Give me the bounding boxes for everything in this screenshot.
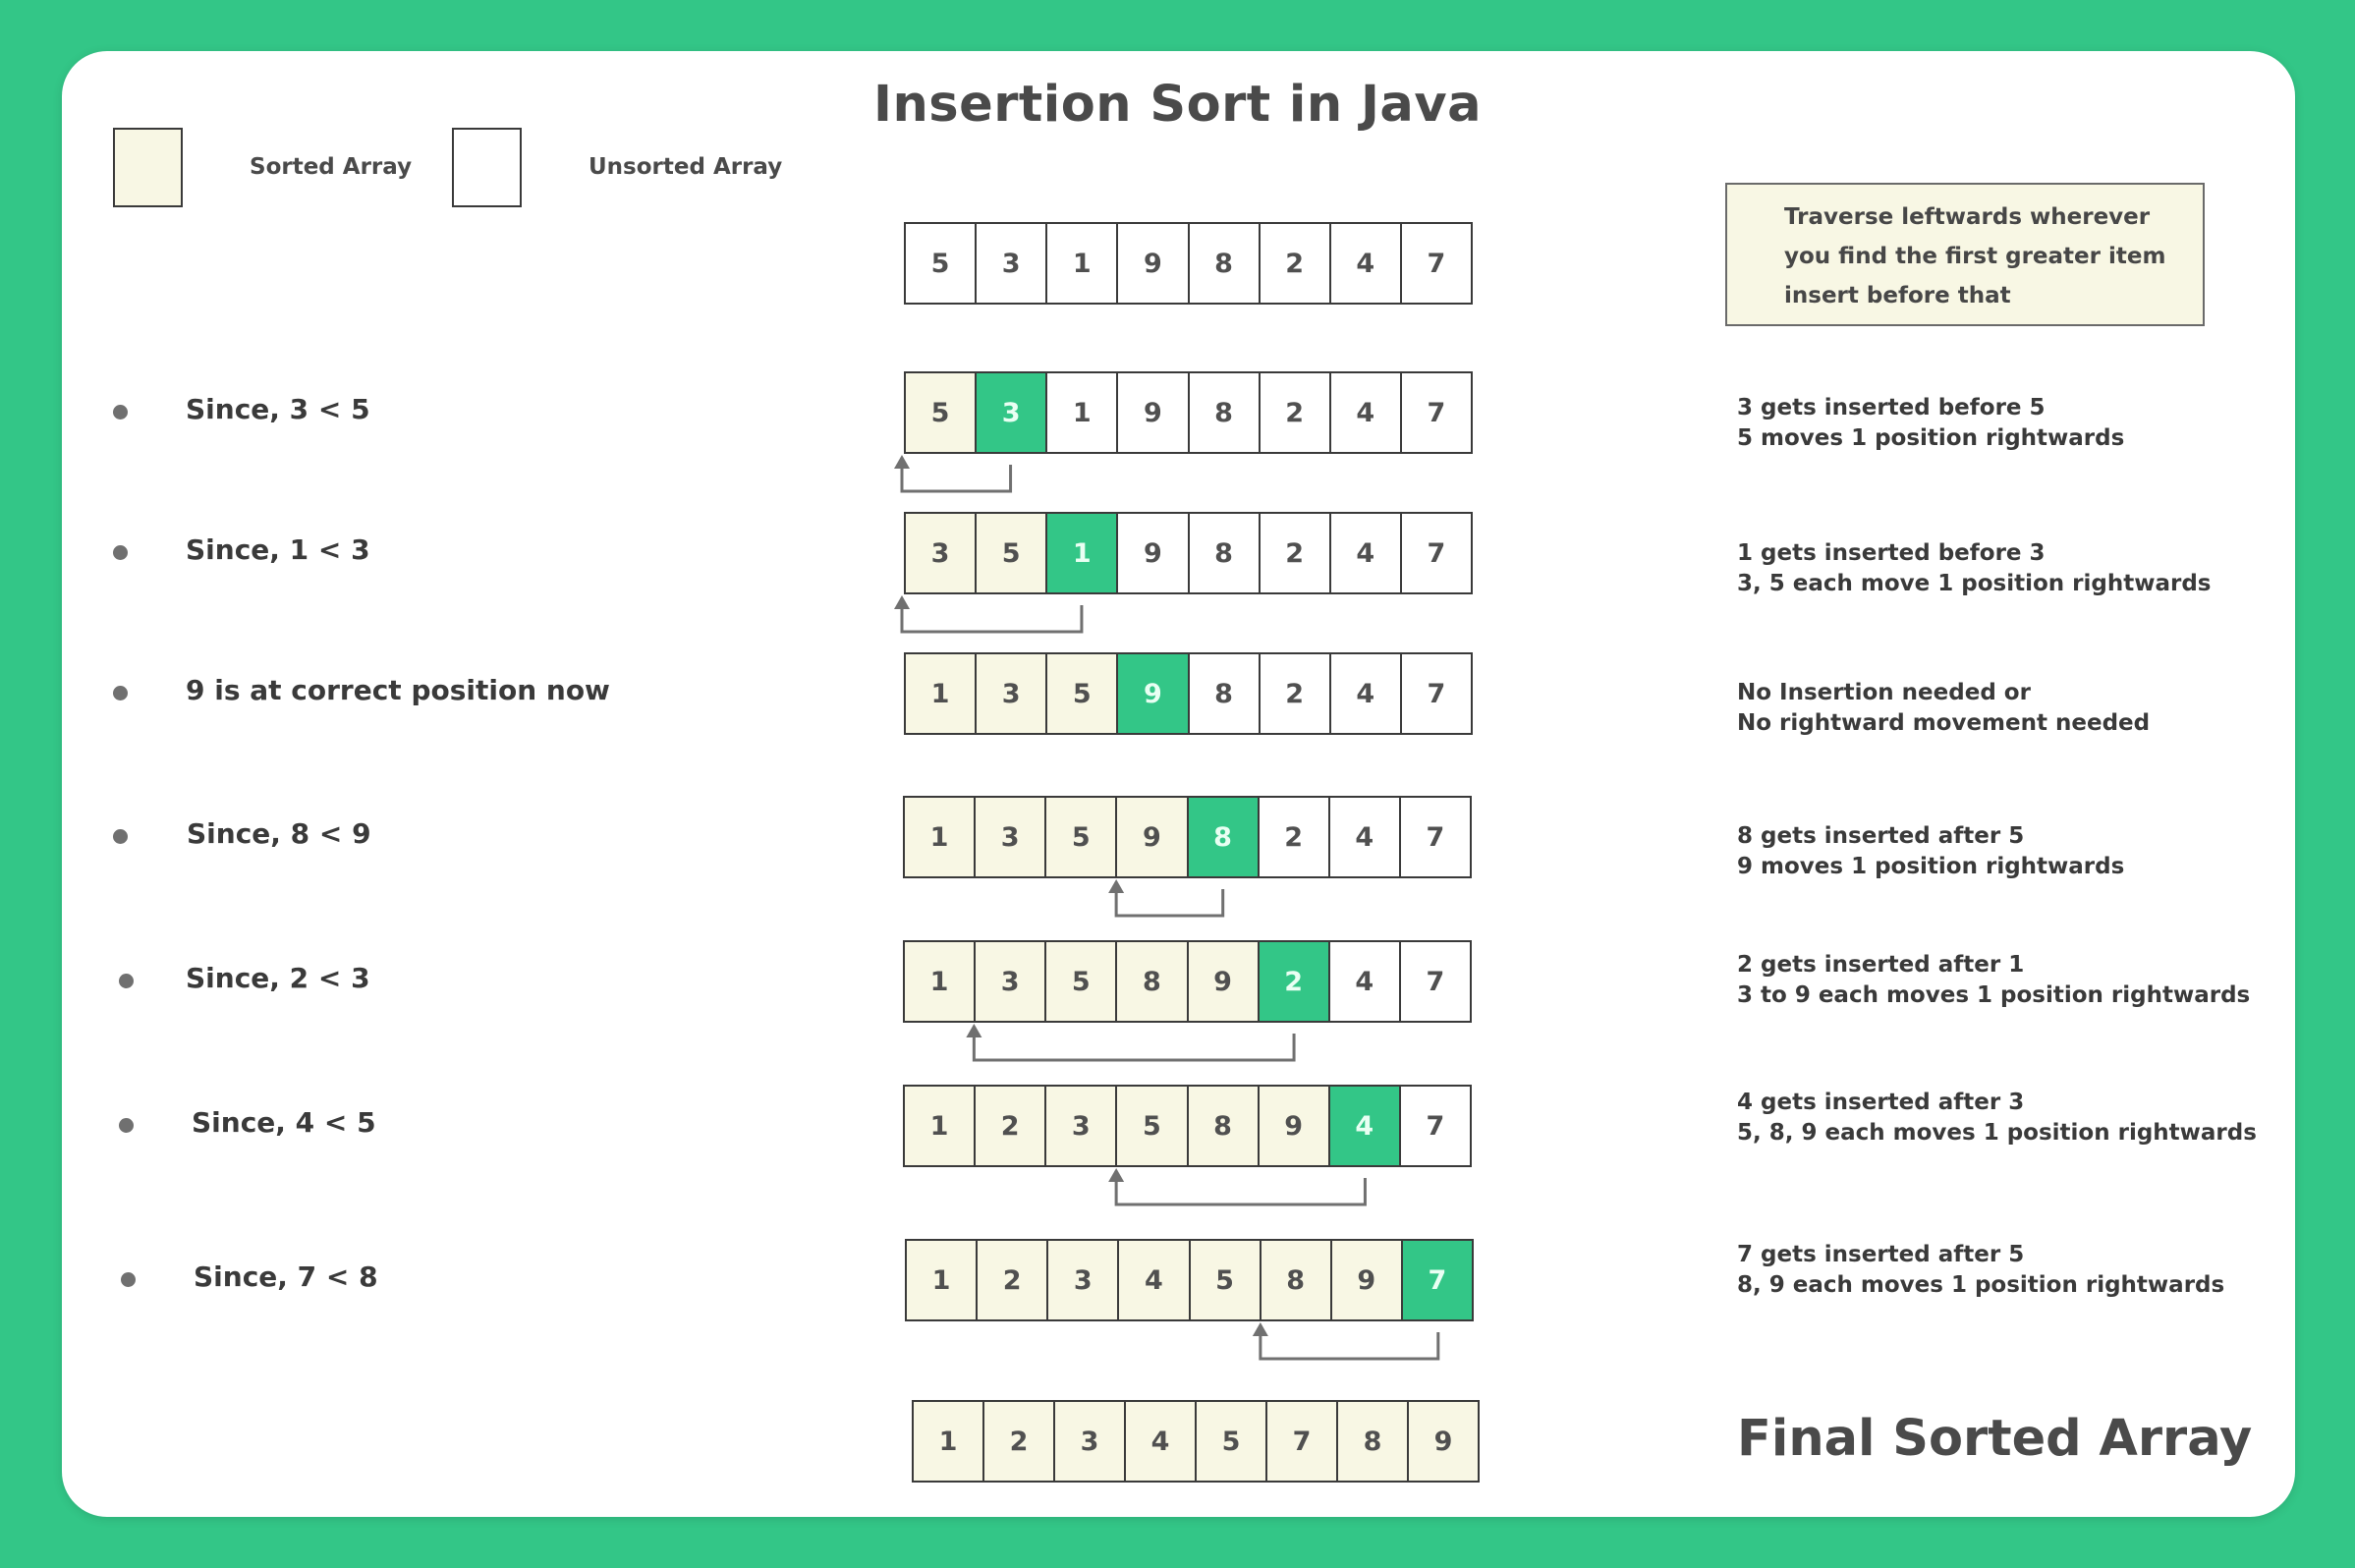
array-cell: 7: [1267, 1402, 1338, 1481]
array-cell: 8: [1338, 1402, 1409, 1481]
array-cell: 4: [1126, 1402, 1197, 1481]
insertion-arrow: [900, 603, 1084, 634]
insertion-arrow: [972, 1032, 1296, 1062]
arrows-layer: [894, 455, 1440, 1361]
insertion-arrow: [1114, 1176, 1367, 1206]
arrow-head-icon: [1252, 1322, 1268, 1336]
arrow-head-icon: [894, 455, 910, 469]
arrow-head-icon: [1108, 1168, 1125, 1182]
array-cell: 5: [1197, 1402, 1267, 1481]
arrow-head-icon: [894, 595, 910, 609]
insertion-arrow: [900, 463, 1013, 493]
insertion-arrow: [1259, 1330, 1440, 1361]
array-cell: 2: [984, 1402, 1055, 1481]
insertion-arrow: [1114, 887, 1225, 918]
arrow-head-icon: [1108, 879, 1125, 893]
arrow-head-icon: [966, 1024, 982, 1037]
array-cell: 3: [1055, 1402, 1126, 1481]
final-sorted-array: 12345789: [912, 1400, 1480, 1483]
array-cell: 9: [1409, 1402, 1478, 1481]
array-cell: 1: [914, 1402, 984, 1481]
final-sorted-label: Final Sorted Array: [1737, 1410, 2253, 1468]
